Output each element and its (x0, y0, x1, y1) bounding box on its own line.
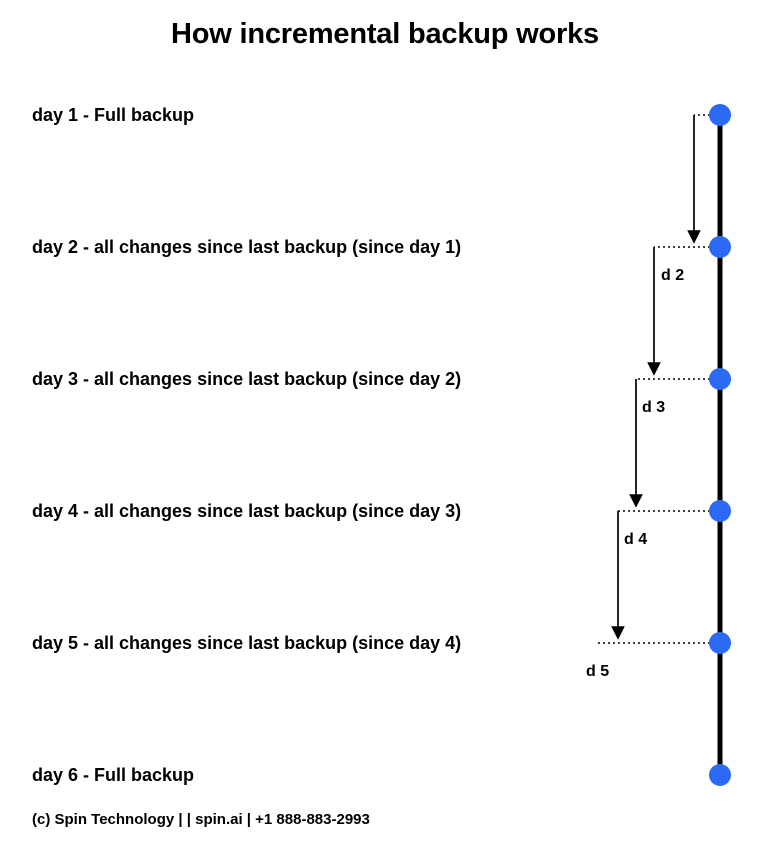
dot-day6 (709, 764, 731, 786)
dot-day5 (709, 632, 731, 654)
diagram-wrapper: How incremental backup works day 1 - Ful… (0, 0, 770, 847)
diagram-svg (0, 0, 770, 847)
dot-day3 (709, 368, 731, 390)
dot-day2 (709, 236, 731, 258)
dot-day4 (709, 500, 731, 522)
dot-day1 (709, 104, 731, 126)
